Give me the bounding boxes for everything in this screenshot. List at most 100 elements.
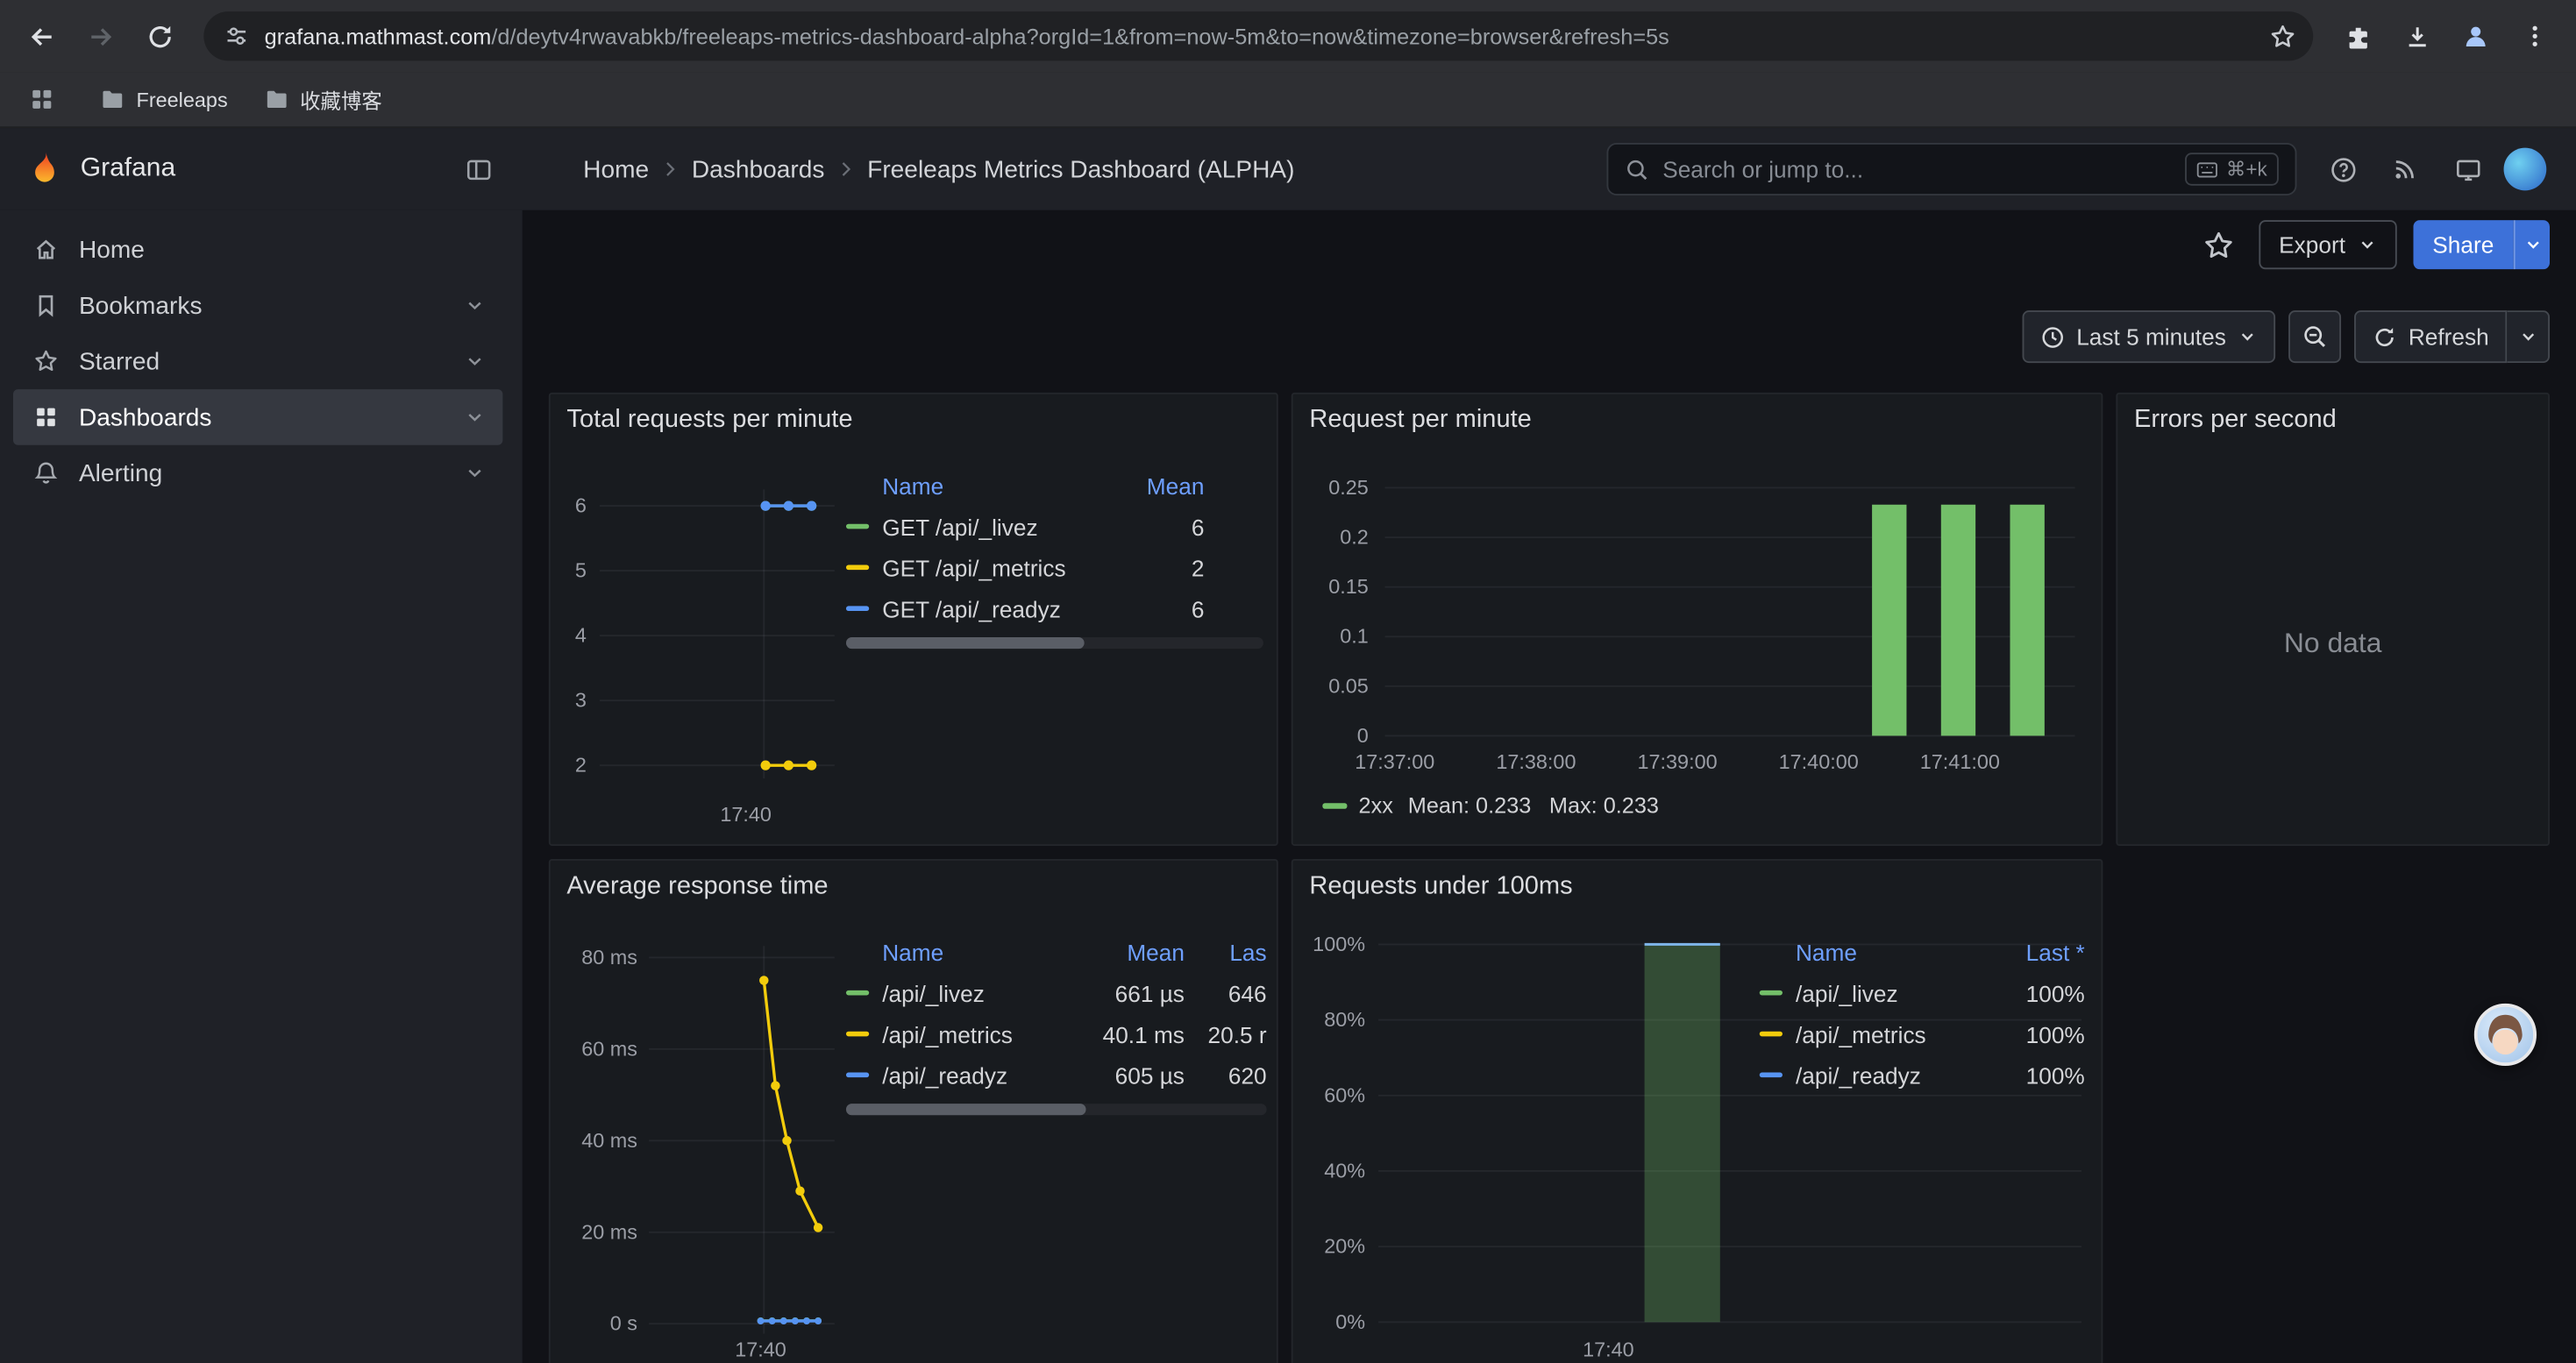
download-icon xyxy=(2402,22,2430,50)
svg-text:40 ms: 40 ms xyxy=(581,1129,637,1152)
legend-row[interactable]: /api/_livez 100% xyxy=(1760,972,2085,1013)
back-button[interactable] xyxy=(13,8,69,64)
legend-col-name[interactable]: Name xyxy=(882,940,1079,966)
legend-col-name[interactable]: Name xyxy=(882,473,1115,500)
breadcrumb-dashboards[interactable]: Dashboards xyxy=(692,155,825,183)
display-button[interactable] xyxy=(2441,143,2494,195)
chevron-down-icon[interactable] xyxy=(463,406,486,429)
panel-average-response-time: Average response time 80 ms60 ms40 ms20 … xyxy=(549,859,1278,1363)
svg-text:17:40: 17:40 xyxy=(1583,1338,1634,1361)
legend-row[interactable]: /api/_livez 661 µs 646 xyxy=(846,972,1267,1013)
search-input[interactable]: Search or jump to... ⌘+k xyxy=(1606,143,2296,195)
home-icon xyxy=(32,237,59,263)
legend-row[interactable]: GET /api/_livez 6 xyxy=(846,506,1263,547)
svg-text:0%: 0% xyxy=(1335,1310,1365,1333)
series-last: 100% xyxy=(1980,1021,2085,1047)
sidebar-item-alerting[interactable]: Alerting xyxy=(13,445,502,501)
grafana-header: Grafana Home Dashboards Freeleaps Metric… xyxy=(0,128,2576,210)
reload-button[interactable] xyxy=(132,8,188,64)
breadcrumb-current-dashboard[interactable]: Freeleaps Metrics Dashboard (ALPHA) xyxy=(867,155,1294,183)
svg-text:4: 4 xyxy=(575,624,587,647)
panel-title[interactable]: Total requests per minute xyxy=(566,406,852,436)
svg-text:2: 2 xyxy=(575,754,587,777)
scrollbar-thumb[interactable] xyxy=(846,1104,1085,1115)
legend-row[interactable]: /api/_metrics 100% xyxy=(1760,1013,2085,1054)
bookmark-folder-blogs[interactable]: 收藏博客 xyxy=(251,75,395,123)
panel-grid: Total requests per minute 6543217:40 Nam… xyxy=(523,363,2576,1363)
panel-request-per-minute: Request per minute 0.250.20.150.10.05017… xyxy=(1292,393,2103,846)
refresh-button[interactable]: Refresh xyxy=(2354,310,2507,363)
series-last: 100% xyxy=(1980,1061,2085,1088)
refresh-interval-dropdown[interactable] xyxy=(2507,310,2550,363)
legend-scrollbar[interactable] xyxy=(846,637,1263,649)
news-button[interactable] xyxy=(2379,143,2431,195)
legend-row[interactable]: /api/_readyz 605 µs 620 xyxy=(846,1054,1267,1096)
grafana-logo[interactable] xyxy=(26,151,62,187)
apps-grid-icon[interactable] xyxy=(19,77,64,122)
series-last: 100% xyxy=(1980,980,2085,1006)
url-bar[interactable]: grafana.mathmast.com/d/deytv4rwavabkb/fr… xyxy=(203,11,2313,60)
extensions-button[interactable] xyxy=(2330,8,2386,64)
collapse-sidebar-button[interactable] xyxy=(459,149,500,190)
sidebar-item-starred[interactable]: Starred xyxy=(13,333,502,389)
sidebar-item-home[interactable]: Home xyxy=(13,222,502,278)
breadcrumb-home[interactable]: Home xyxy=(583,155,649,183)
chevron-right-icon xyxy=(836,160,856,179)
chevron-down-icon[interactable] xyxy=(463,462,486,485)
url-text: grafana.mathmast.com/d/deytv4rwavabkb/fr… xyxy=(265,24,2262,48)
bookmark-star-icon[interactable] xyxy=(2262,16,2303,57)
legend-row[interactable]: GET /api/_metrics 2 xyxy=(846,547,1263,588)
legend-row[interactable]: GET /api/_readyz 6 xyxy=(846,588,1263,629)
bookmark-folder-freeleaps[interactable]: Freeleaps xyxy=(87,79,240,120)
legend-scrollbar[interactable] xyxy=(846,1104,1267,1115)
scrollbar-thumb[interactable] xyxy=(846,637,1084,649)
bookmark-label: Freeleaps xyxy=(137,88,228,110)
panel-title[interactable]: Errors per second xyxy=(2134,406,2337,436)
assistant-avatar[interactable] xyxy=(2474,1004,2537,1066)
star-icon xyxy=(32,348,59,374)
caret-down-icon xyxy=(2517,327,2537,346)
help-button[interactable] xyxy=(2316,143,2369,195)
legend-table: Name Mean Las /api/_livez 661 µs 646 xyxy=(846,933,1267,1115)
share-dropdown-button[interactable] xyxy=(2514,220,2550,269)
legend-col-name[interactable]: Name xyxy=(1796,940,1980,966)
downloads-button[interactable] xyxy=(2388,8,2444,64)
share-button[interactable]: Share xyxy=(2413,220,2514,269)
browser-profile-button[interactable] xyxy=(2448,8,2504,64)
forward-button[interactable] xyxy=(72,8,128,64)
browser-menu-button[interactable] xyxy=(2507,8,2563,64)
legend-row[interactable]: /api/_metrics 40.1 ms 20.5 r xyxy=(846,1013,1267,1054)
legend-col-mean[interactable]: Mean xyxy=(1079,940,1185,966)
sidebar-item-dashboards[interactable]: Dashboards xyxy=(13,389,502,445)
export-button[interactable]: Export xyxy=(2259,220,2396,269)
panel-title[interactable]: Request per minute xyxy=(1309,406,1531,436)
profile-person-icon xyxy=(2461,21,2491,51)
series-last: 646 xyxy=(1185,980,1267,1006)
chevron-down-icon[interactable] xyxy=(463,350,486,373)
zoom-out-button[interactable] xyxy=(2288,310,2341,363)
sidebar-item-bookmarks[interactable]: Bookmarks xyxy=(13,278,502,334)
series-mean: 40.1 ms xyxy=(1079,1021,1185,1047)
sidebar-item-label: Home xyxy=(79,236,145,264)
site-settings-icon[interactable] xyxy=(224,23,250,49)
favorite-dashboard-button[interactable] xyxy=(2194,220,2243,269)
request-per-minute-chart[interactable]: 0.250.20.150.10.05017:37:0017:38:0017:39… xyxy=(1293,394,2103,846)
legend-col-last[interactable]: Las xyxy=(1185,940,1267,966)
legend-row[interactable]: /api/_readyz 100% xyxy=(1760,1054,2085,1096)
dashboard-canvas: Export Share Last 5 minutes xyxy=(523,210,2576,1363)
legend-col-mean[interactable]: Mean xyxy=(1115,473,1204,500)
app-title[interactable]: Grafana xyxy=(81,154,175,184)
legend-col-last[interactable]: Last * xyxy=(1980,940,2085,966)
svg-text:17:39:00: 17:39:00 xyxy=(1638,750,1718,773)
browser-window: grafana.mathmast.com/d/deytv4rwavabkb/fr… xyxy=(0,0,2576,1363)
chevron-down-icon[interactable] xyxy=(463,294,486,316)
bookmark-label: 收藏博客 xyxy=(300,84,382,116)
refresh-icon xyxy=(2373,324,2397,349)
svg-text:17:40: 17:40 xyxy=(735,1338,786,1361)
series-name: /api/_metrics xyxy=(882,1021,1079,1047)
time-range-picker[interactable]: Last 5 minutes xyxy=(2022,310,2275,363)
user-avatar[interactable] xyxy=(2504,148,2547,191)
panel-title[interactable]: Requests under 100ms xyxy=(1309,872,1572,902)
panel-title[interactable]: Average response time xyxy=(566,872,828,902)
chevron-right-icon xyxy=(660,160,680,179)
